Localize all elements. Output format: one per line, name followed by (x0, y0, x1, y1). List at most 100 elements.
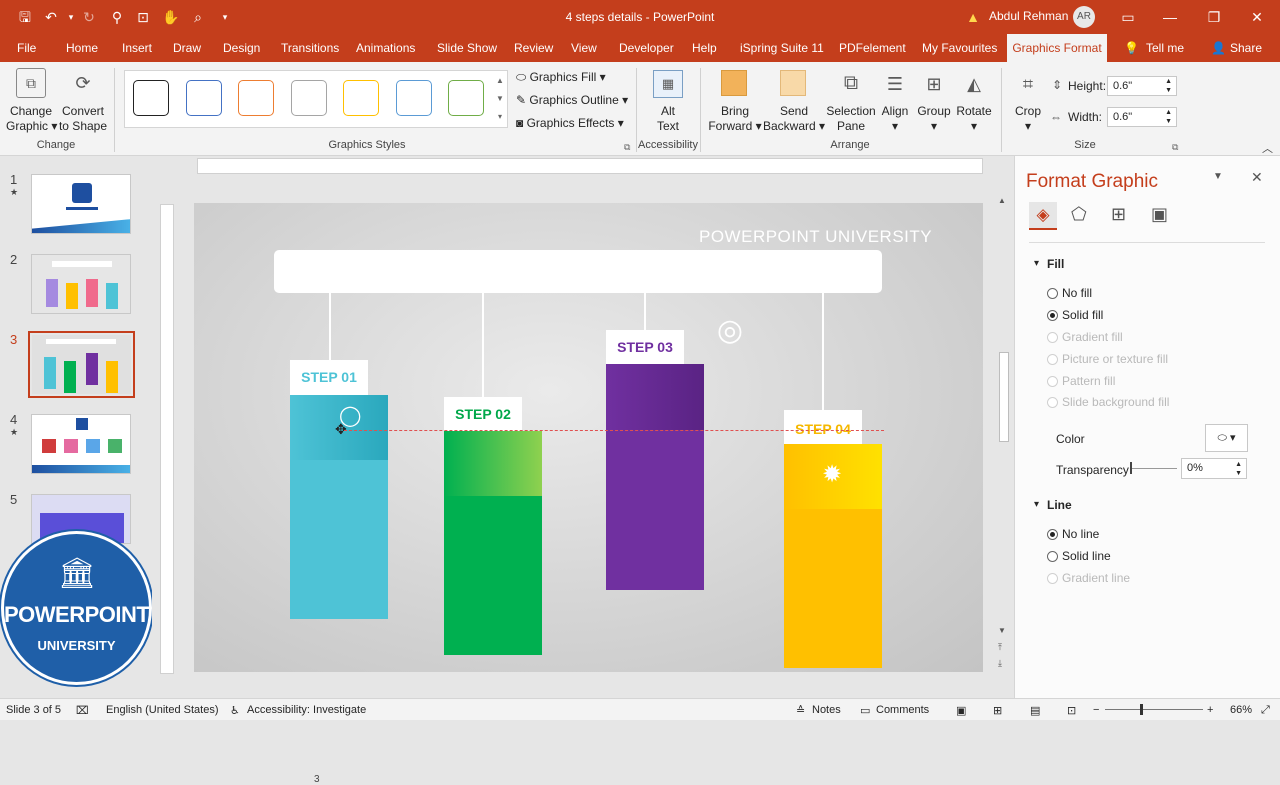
gear-icon[interactable]: ✹ (818, 461, 846, 489)
selection-pane-icon[interactable]: ⧉ (836, 68, 866, 98)
no-line-label[interactable]: No line (1062, 527, 1099, 541)
zoom-level[interactable]: 66% (1230, 704, 1252, 716)
transparency-slider-thumb[interactable] (1130, 462, 1132, 474)
ribbon-display-icon[interactable]: ▭ (1117, 6, 1139, 28)
pane-options-icon[interactable]: ▼ (1213, 171, 1223, 182)
avatar[interactable]: AR (1073, 6, 1095, 28)
tab-design[interactable]: Design (223, 41, 260, 55)
vertical-scrollbar[interactable]: ▲ ▼ (998, 196, 1010, 636)
fill-line-tab-icon[interactable]: ◈ (1029, 202, 1057, 230)
tab-review[interactable]: Review (514, 41, 553, 55)
alt-text-button[interactable]: Alt Text (646, 104, 690, 134)
send-backward-button[interactable]: Send Backward ▾ (763, 104, 825, 134)
zoom-in-icon[interactable]: + (1207, 704, 1213, 716)
scroll-thumb[interactable] (999, 352, 1009, 442)
comments-button[interactable]: Comments (876, 704, 929, 716)
slide-show-view-icon[interactable]: ⊡ (1067, 704, 1076, 717)
change-graphic-button[interactable]: Change Graphic ▾ (6, 104, 57, 134)
crop-icon[interactable]: ⌗ (1014, 70, 1042, 98)
slide-canvas[interactable]: POWERPOINT UNIVERSITY STEP 01 ◯ ✥ STEP 0… (194, 203, 983, 672)
graphic-style-swatch[interactable] (343, 80, 379, 116)
height-spinner[interactable]: ▲ ▼ (1165, 77, 1172, 95)
tab-developer[interactable]: Developer (619, 41, 674, 55)
line-section-header[interactable]: Line (1047, 498, 1072, 512)
minimize-icon[interactable]: — (1159, 6, 1181, 28)
convert-to-shape-icon[interactable]: ⟳ (68, 68, 98, 98)
group-button[interactable]: Group ▾ (916, 104, 952, 134)
solid-fill-radio[interactable] (1047, 310, 1058, 321)
pane-close-icon[interactable]: ✕ (1251, 169, 1263, 186)
send-backward-icon[interactable] (780, 70, 806, 96)
width-spinner[interactable]: ▲ ▼ (1165, 108, 1172, 126)
zoom-slider[interactable] (1105, 709, 1203, 710)
picture-tab-icon[interactable]: ▣ (1151, 204, 1168, 225)
gallery-scroll[interactable]: ▲ ▼ ▾ (494, 72, 506, 126)
bring-forward-icon[interactable] (721, 70, 747, 96)
language-indicator[interactable]: English (United States) (106, 704, 219, 716)
normal-view-icon[interactable]: ▣ (956, 704, 966, 717)
previous-slide-icon[interactable]: ⤒ (998, 642, 1002, 652)
reading-view-icon[interactable]: ▤ (1030, 704, 1040, 717)
tab-home[interactable]: Home (66, 41, 98, 55)
crop-button[interactable]: Crop ▾ (1011, 104, 1045, 134)
tab-transitions[interactable]: Transitions (281, 41, 339, 55)
notes-button[interactable]: Notes (812, 704, 841, 716)
tab-draw[interactable]: Draw (173, 41, 201, 55)
collapse-ribbon-icon[interactable]: ︿ (1262, 140, 1273, 156)
rotate-button[interactable]: Rotate ▾ (955, 104, 993, 134)
no-fill-label[interactable]: No fill (1062, 286, 1092, 300)
effects-tab-icon[interactable]: ⬠ (1071, 204, 1087, 225)
size-dialog-launcher-icon[interactable]: ⧉ (1172, 142, 1178, 153)
slide-thumbnail-2[interactable] (31, 254, 131, 314)
user-name[interactable]: Abdul Rehman (989, 9, 1068, 23)
graphic-style-swatch[interactable] (290, 80, 327, 116)
solid-line-label[interactable]: Solid line (1062, 549, 1111, 563)
tab-view[interactable]: View (571, 41, 597, 55)
slide-sorter-icon[interactable]: ⊞ (993, 704, 1002, 717)
fit-to-window-icon[interactable]: ⤢ (1261, 704, 1270, 717)
scroll-down-icon[interactable]: ▼ (998, 626, 1006, 635)
solid-fill-label[interactable]: Solid fill (1062, 308, 1103, 322)
line-collapse-icon[interactable]: ▾ (1034, 499, 1039, 510)
graphic-style-swatch[interactable] (133, 80, 169, 116)
tab-animations[interactable]: Animations (356, 41, 415, 55)
solid-line-radio[interactable] (1047, 551, 1058, 562)
tab-help[interactable]: Help (692, 41, 717, 55)
slide-counter[interactable]: Slide 3 of 5 (6, 704, 61, 716)
graphics-fill-button[interactable]: ⬭ Graphics Fill ▾ (516, 70, 606, 85)
convert-to-shape-button[interactable]: Convert to Shape (58, 104, 108, 134)
fill-collapse-icon[interactable]: ▾ (1034, 258, 1039, 269)
next-slide-icon[interactable]: ⤓ (998, 658, 1002, 668)
transparency-slider[interactable] (1131, 468, 1177, 469)
color-picker-button[interactable]: ⬭ ▾ (1205, 424, 1248, 452)
step-3-column[interactable] (606, 364, 704, 590)
alt-text-icon[interactable]: ▦ (653, 70, 683, 98)
align-icon[interactable]: ☰ (881, 70, 909, 98)
graphic-style-swatch[interactable] (448, 80, 484, 116)
tab-pdfelement[interactable]: PDFelement (839, 41, 906, 55)
rotate-icon[interactable]: ◭ (960, 70, 988, 98)
zoom-slider-thumb[interactable] (1140, 704, 1143, 715)
spell-check-icon[interactable]: ⌧ (76, 704, 89, 717)
change-graphic-icon[interactable]: ⧉ (16, 68, 46, 98)
width-input[interactable]: 0.6" ▲ ▼ (1107, 107, 1177, 127)
transparency-input[interactable]: 0% ▲ ▼ (1181, 458, 1247, 479)
tab-my-favourites[interactable]: My Favourites (922, 41, 997, 55)
zoom-out-icon[interactable]: − (1093, 704, 1099, 716)
step-2-column[interactable] (444, 431, 542, 655)
no-line-radio[interactable] (1047, 529, 1058, 540)
slide-thumbnail-3[interactable] (32, 335, 131, 394)
tab-tell-me[interactable]: Tell me (1146, 41, 1184, 55)
tab-file[interactable]: File (17, 41, 36, 55)
target-icon[interactable]: ◎ (710, 311, 750, 351)
selection-pane-button[interactable]: Selection Pane (824, 104, 878, 134)
restore-icon[interactable]: ❐ (1203, 6, 1225, 28)
graphic-style-swatch[interactable] (238, 80, 274, 116)
graphics-effects-button[interactable]: ◙ Graphics Effects ▾ (516, 116, 624, 130)
header-bar[interactable] (274, 250, 882, 293)
graphic-style-swatch[interactable] (395, 80, 432, 116)
tab-graphics-format[interactable]: Graphics Format (1007, 34, 1107, 63)
no-fill-radio[interactable] (1047, 288, 1058, 299)
graphics-outline-button[interactable]: ✎ Graphics Outline ▾ (516, 93, 628, 107)
align-button[interactable]: Align ▾ (878, 104, 912, 134)
